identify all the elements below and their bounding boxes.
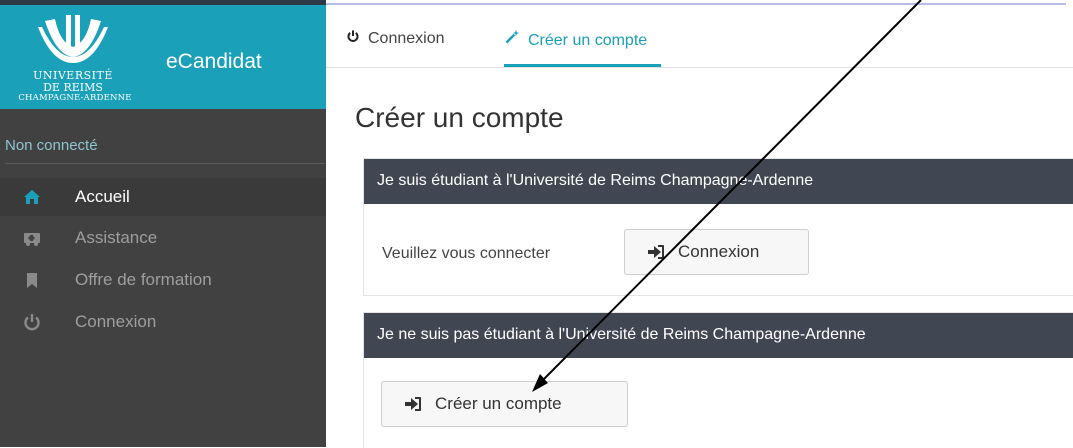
sidebar-item-assistance[interactable]: Assistance (0, 219, 326, 257)
ambulance-icon (24, 233, 40, 246)
sidebar-item-connexion[interactable]: Connexion (0, 303, 326, 341)
create-account-button[interactable]: Créer un compte (381, 381, 628, 427)
sidebar-item-label: Offre de formation (75, 270, 212, 289)
logo-emblem-icon (38, 15, 108, 63)
home-icon (24, 190, 40, 204)
app-name: eCandidat (166, 50, 262, 73)
university-logo: UNIVERSITÉ DE REIMS CHAMPAGNE-ARDENNE (0, 11, 170, 107)
sidebar: UNIVERSITÉ DE REIMS CHAMPAGNE-ARDENNE eC… (0, 5, 326, 447)
sidebar-item-accueil[interactable]: Accueil (0, 178, 326, 216)
tab-label: Créer un compte (528, 32, 648, 49)
panel-header: Je ne suis pas étudiant à l'Université d… (364, 313, 1073, 358)
login-prompt: Veuillez vous connecter (382, 245, 551, 262)
tab-label: Connexion (368, 30, 445, 47)
connection-status: Non connecté (5, 137, 98, 154)
sidebar-item-label: Connexion (75, 312, 157, 331)
bookmark-icon (27, 273, 37, 288)
connexion-button[interactable]: Connexion (624, 229, 809, 275)
panel-header: Je suis étudiant à l'Université de Reims… (364, 159, 1073, 204)
tab-bar: Connexion Créer un compte (326, 5, 1073, 68)
sidebar-item-offre-de-formation[interactable]: Offre de formation (0, 261, 326, 299)
button-label: Connexion (678, 242, 760, 261)
power-icon (24, 314, 40, 331)
panel-header-text: Je suis étudiant à l'Université de Reims… (377, 172, 814, 189)
non-student-panel: Je ne suis pas étudiant à l'Université d… (363, 312, 1073, 448)
tab-connexion[interactable]: Connexion (346, 29, 445, 67)
power-icon (347, 30, 359, 42)
sign-in-icon (648, 245, 664, 259)
logo-line-3: CHAMPAGNE-ARDENNE (18, 93, 132, 103)
magic-wand-icon (505, 29, 520, 44)
status-divider (5, 163, 325, 164)
page-title: Créer un compte (355, 102, 564, 133)
button-label: Créer un compte (435, 394, 562, 413)
brand-header: UNIVERSITÉ DE REIMS CHAMPAGNE-ARDENNE eC… (0, 5, 326, 109)
sidebar-item-label: Assistance (75, 228, 158, 247)
student-panel: Je suis étudiant à l'Université de Reims… (363, 158, 1073, 296)
sign-in-icon (405, 397, 421, 411)
sidebar-item-label: Accueil (75, 187, 130, 206)
tab-creer-un-compte[interactable]: Créer un compte (504, 29, 662, 67)
panel-header-text: Je ne suis pas étudiant à l'Université d… (377, 326, 866, 343)
